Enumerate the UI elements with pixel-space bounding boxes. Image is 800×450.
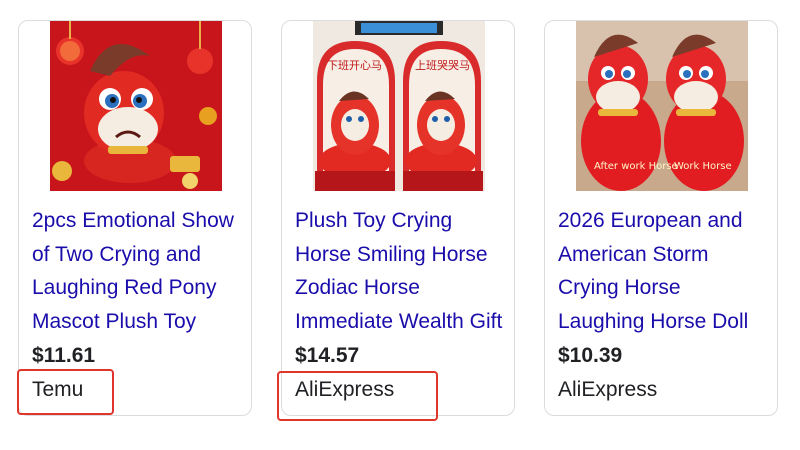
product-price: $11.61 bbox=[32, 344, 96, 367]
merchant-name[interactable]: AliExpress bbox=[558, 377, 657, 403]
two-red-plush-horses-image: After work Horse Work Horse bbox=[576, 21, 748, 191]
product-image-1[interactable] bbox=[50, 21, 222, 191]
product-card-3[interactable]: After work Horse Work Horse 2026 Europea… bbox=[544, 20, 778, 416]
product-title-link[interactable]: 2026 European and American Storm Crying … bbox=[558, 204, 770, 338]
product-image-3[interactable]: After work Horse Work Horse bbox=[576, 21, 748, 191]
red-plush-pony-image bbox=[50, 21, 222, 191]
product-price: $14.57 bbox=[295, 344, 360, 367]
product-price: $10.39 bbox=[558, 344, 623, 367]
image-caption-left: After work Horse bbox=[594, 161, 678, 172]
product-image-2[interactable]: 下班开心马 上班哭哭马 bbox=[313, 21, 485, 191]
product-card-2[interactable]: 下班开心马 上班哭哭马 Plush Toy Crying Horse Smili… bbox=[281, 20, 515, 416]
product-title-link[interactable]: 2pcs Emotional Show of Two Crying and La… bbox=[32, 204, 244, 338]
image-caption-right: 上班哭哭马 bbox=[415, 59, 470, 72]
two-plush-horses-in-gift-boxes-image: 下班开心马 上班哭哭马 bbox=[313, 21, 485, 191]
shopping-results: 2pcs Emotional Show of Two Crying and La… bbox=[0, 0, 800, 450]
image-caption-right: Work Horse bbox=[674, 161, 732, 172]
merchant-name[interactable]: AliExpress bbox=[295, 377, 394, 403]
product-title-link[interactable]: Plush Toy Crying Horse Smiling Horse Zod… bbox=[295, 204, 507, 338]
merchant-name[interactable]: Temu bbox=[32, 377, 83, 403]
product-card-1[interactable]: 2pcs Emotional Show of Two Crying and La… bbox=[18, 20, 252, 416]
image-caption-left: 下班开心马 bbox=[327, 59, 382, 72]
